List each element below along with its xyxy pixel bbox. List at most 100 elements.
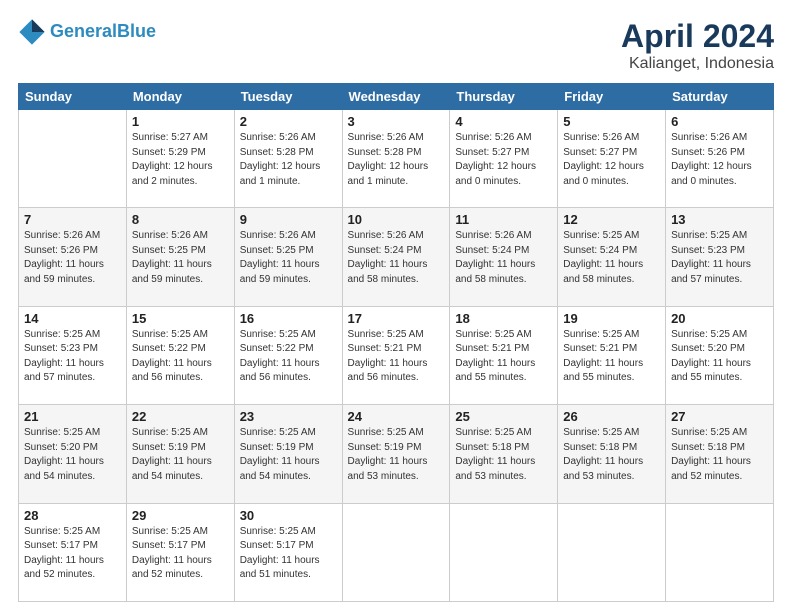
- day-cell: 22 Sunrise: 5:25 AMSunset: 5:19 PMDayligh…: [126, 405, 234, 503]
- logo-text: GeneralBlue: [50, 22, 156, 42]
- day-cell: 18 Sunrise: 5:25 AMSunset: 5:21 PMDayligh…: [450, 306, 558, 404]
- page: GeneralBlue April 2024 Kalianget, Indone…: [0, 0, 792, 612]
- day-cell: [450, 503, 558, 601]
- day-info: Sunrise: 5:26 AMSunset: 5:28 PMDaylight:…: [240, 131, 337, 189]
- day-info: Sunrise: 5:26 AMSunset: 5:27 PMDaylight:…: [455, 131, 552, 189]
- day-info: Sunrise: 5:26 AMSunset: 5:27 PMDaylight:…: [563, 131, 660, 189]
- day-number: 16: [240, 311, 337, 326]
- day-info: Sunrise: 5:25 AMSunset: 5:17 PMDaylight:…: [24, 525, 121, 583]
- day-info: Sunrise: 5:26 AMSunset: 5:25 PMDaylight:…: [132, 229, 229, 287]
- day-cell: 16 Sunrise: 5:25 AMSunset: 5:22 PMDayligh…: [234, 306, 342, 404]
- day-cell: 24 Sunrise: 5:25 AMSunset: 5:19 PMDayligh…: [342, 405, 450, 503]
- day-info: Sunrise: 5:25 AMSunset: 5:17 PMDaylight:…: [240, 525, 337, 583]
- day-info: Sunrise: 5:25 AMSunset: 5:21 PMDaylight:…: [563, 328, 660, 386]
- day-number: 18: [455, 311, 552, 326]
- day-number: 5: [563, 114, 660, 129]
- day-info: Sunrise: 5:25 AMSunset: 5:18 PMDaylight:…: [455, 426, 552, 484]
- col-wednesday: Wednesday: [342, 84, 450, 110]
- day-cell: 5 Sunrise: 5:26 AMSunset: 5:27 PMDaylight…: [558, 110, 666, 208]
- day-number: 2: [240, 114, 337, 129]
- day-cell: 12 Sunrise: 5:25 AMSunset: 5:24 PMDayligh…: [558, 208, 666, 306]
- day-cell: 20Sunrise: 5:25 AMSunset: 5:20 PMDayligh…: [666, 306, 774, 404]
- day-info: Sunrise: 5:26 AMSunset: 5:24 PMDaylight:…: [348, 229, 445, 287]
- day-cell: 15 Sunrise: 5:25 AMSunset: 5:22 PMDayligh…: [126, 306, 234, 404]
- col-sunday: Sunday: [19, 84, 127, 110]
- day-cell: [19, 110, 127, 208]
- day-info: Sunrise: 5:25 AMSunset: 5:20 PMDaylight:…: [24, 426, 121, 484]
- day-cell: 7Sunrise: 5:26 AMSunset: 5:26 PMDaylight…: [19, 208, 127, 306]
- day-cell: 29 Sunrise: 5:25 AMSunset: 5:17 PMDayligh…: [126, 503, 234, 601]
- day-cell: 13Sunrise: 5:25 AMSunset: 5:23 PMDayligh…: [666, 208, 774, 306]
- day-info: Sunrise: 5:25 AMSunset: 5:22 PMDaylight:…: [132, 328, 229, 386]
- day-cell: [342, 503, 450, 601]
- logo-line2: Blue: [117, 21, 156, 41]
- day-number: 21: [24, 409, 121, 424]
- day-cell: 25Sunrise: 5:25 AMSunset: 5:18 PMDayligh…: [450, 405, 558, 503]
- day-cell: 3Sunrise: 5:26 AMSunset: 5:28 PMDaylight…: [342, 110, 450, 208]
- day-number: 14: [24, 311, 121, 326]
- logo-line1: General: [50, 21, 117, 41]
- day-info: Sunrise: 5:25 AMSunset: 5:17 PMDaylight:…: [132, 525, 229, 583]
- col-monday: Monday: [126, 84, 234, 110]
- day-number: 29: [132, 508, 229, 523]
- day-number: 30: [240, 508, 337, 523]
- day-number: 3: [348, 114, 445, 129]
- day-number: 15: [132, 311, 229, 326]
- logo-icon: [18, 18, 46, 46]
- day-cell: 23 Sunrise: 5:25 AMSunset: 5:19 PMDayligh…: [234, 405, 342, 503]
- col-saturday: Saturday: [666, 84, 774, 110]
- day-info: Sunrise: 5:25 AMSunset: 5:18 PMDaylight:…: [563, 426, 660, 484]
- calendar-title: April 2024: [621, 18, 774, 55]
- week-row-4: 21 Sunrise: 5:25 AMSunset: 5:20 PMDayligh…: [19, 405, 774, 503]
- day-info: Sunrise: 5:25 AMSunset: 5:24 PMDaylight:…: [563, 229, 660, 287]
- logo: GeneralBlue: [18, 18, 156, 46]
- day-cell: 4 Sunrise: 5:26 AMSunset: 5:27 PMDaylight…: [450, 110, 558, 208]
- week-row-2: 7Sunrise: 5:26 AMSunset: 5:26 PMDaylight…: [19, 208, 774, 306]
- day-info: Sunrise: 5:25 AMSunset: 5:20 PMDaylight:…: [671, 328, 768, 386]
- day-info: Sunrise: 5:25 AMSunset: 5:19 PMDaylight:…: [132, 426, 229, 484]
- day-info: Sunrise: 5:25 AMSunset: 5:23 PMDaylight:…: [671, 229, 768, 287]
- day-cell: 8 Sunrise: 5:26 AMSunset: 5:25 PMDaylight…: [126, 208, 234, 306]
- day-number: 24: [348, 409, 445, 424]
- col-thursday: Thursday: [450, 84, 558, 110]
- calendar-subtitle: Kalianget, Indonesia: [621, 55, 774, 73]
- day-cell: 21 Sunrise: 5:25 AMSunset: 5:20 PMDayligh…: [19, 405, 127, 503]
- day-number: 22: [132, 409, 229, 424]
- day-number: 10: [348, 212, 445, 227]
- day-number: 7: [24, 212, 121, 227]
- day-number: 4: [455, 114, 552, 129]
- day-number: 27: [671, 409, 768, 424]
- day-info: Sunrise: 5:25 AMSunset: 5:23 PMDaylight:…: [24, 328, 121, 386]
- day-info: Sunrise: 5:25 AMSunset: 5:19 PMDaylight:…: [240, 426, 337, 484]
- week-row-1: 1 Sunrise: 5:27 AMSunset: 5:29 PMDaylight…: [19, 110, 774, 208]
- day-number: 8: [132, 212, 229, 227]
- day-number: 23: [240, 409, 337, 424]
- day-cell: 19 Sunrise: 5:25 AMSunset: 5:21 PMDayligh…: [558, 306, 666, 404]
- header: GeneralBlue April 2024 Kalianget, Indone…: [18, 18, 774, 73]
- day-cell: 28Sunrise: 5:25 AMSunset: 5:17 PMDayligh…: [19, 503, 127, 601]
- day-cell: 1 Sunrise: 5:27 AMSunset: 5:29 PMDaylight…: [126, 110, 234, 208]
- day-number: 11: [455, 212, 552, 227]
- header-row: Sunday Monday Tuesday Wednesday Thursday…: [19, 84, 774, 110]
- day-cell: 6Sunrise: 5:26 AMSunset: 5:26 PMDaylight…: [666, 110, 774, 208]
- day-number: 19: [563, 311, 660, 326]
- day-info: Sunrise: 5:25 AMSunset: 5:18 PMDaylight:…: [671, 426, 768, 484]
- day-cell: 9Sunrise: 5:26 AMSunset: 5:25 PMDaylight…: [234, 208, 342, 306]
- day-info: Sunrise: 5:25 AMSunset: 5:21 PMDaylight:…: [455, 328, 552, 386]
- day-info: Sunrise: 5:27 AMSunset: 5:29 PMDaylight:…: [132, 131, 229, 189]
- day-cell: 27 Sunrise: 5:25 AMSunset: 5:18 PMDayligh…: [666, 405, 774, 503]
- day-cell: 2 Sunrise: 5:26 AMSunset: 5:28 PMDaylight…: [234, 110, 342, 208]
- title-block: April 2024 Kalianget, Indonesia: [621, 18, 774, 73]
- day-cell: 17Sunrise: 5:25 AMSunset: 5:21 PMDayligh…: [342, 306, 450, 404]
- day-cell: [558, 503, 666, 601]
- day-info: Sunrise: 5:25 AMSunset: 5:22 PMDaylight:…: [240, 328, 337, 386]
- day-number: 1: [132, 114, 229, 129]
- day-cell: 11Sunrise: 5:26 AMSunset: 5:24 PMDayligh…: [450, 208, 558, 306]
- day-info: Sunrise: 5:25 AMSunset: 5:19 PMDaylight:…: [348, 426, 445, 484]
- day-cell: [666, 503, 774, 601]
- day-cell: 10 Sunrise: 5:26 AMSunset: 5:24 PMDayligh…: [342, 208, 450, 306]
- day-cell: 14 Sunrise: 5:25 AMSunset: 5:23 PMDayligh…: [19, 306, 127, 404]
- day-number: 6: [671, 114, 768, 129]
- day-number: 9: [240, 212, 337, 227]
- day-number: 12: [563, 212, 660, 227]
